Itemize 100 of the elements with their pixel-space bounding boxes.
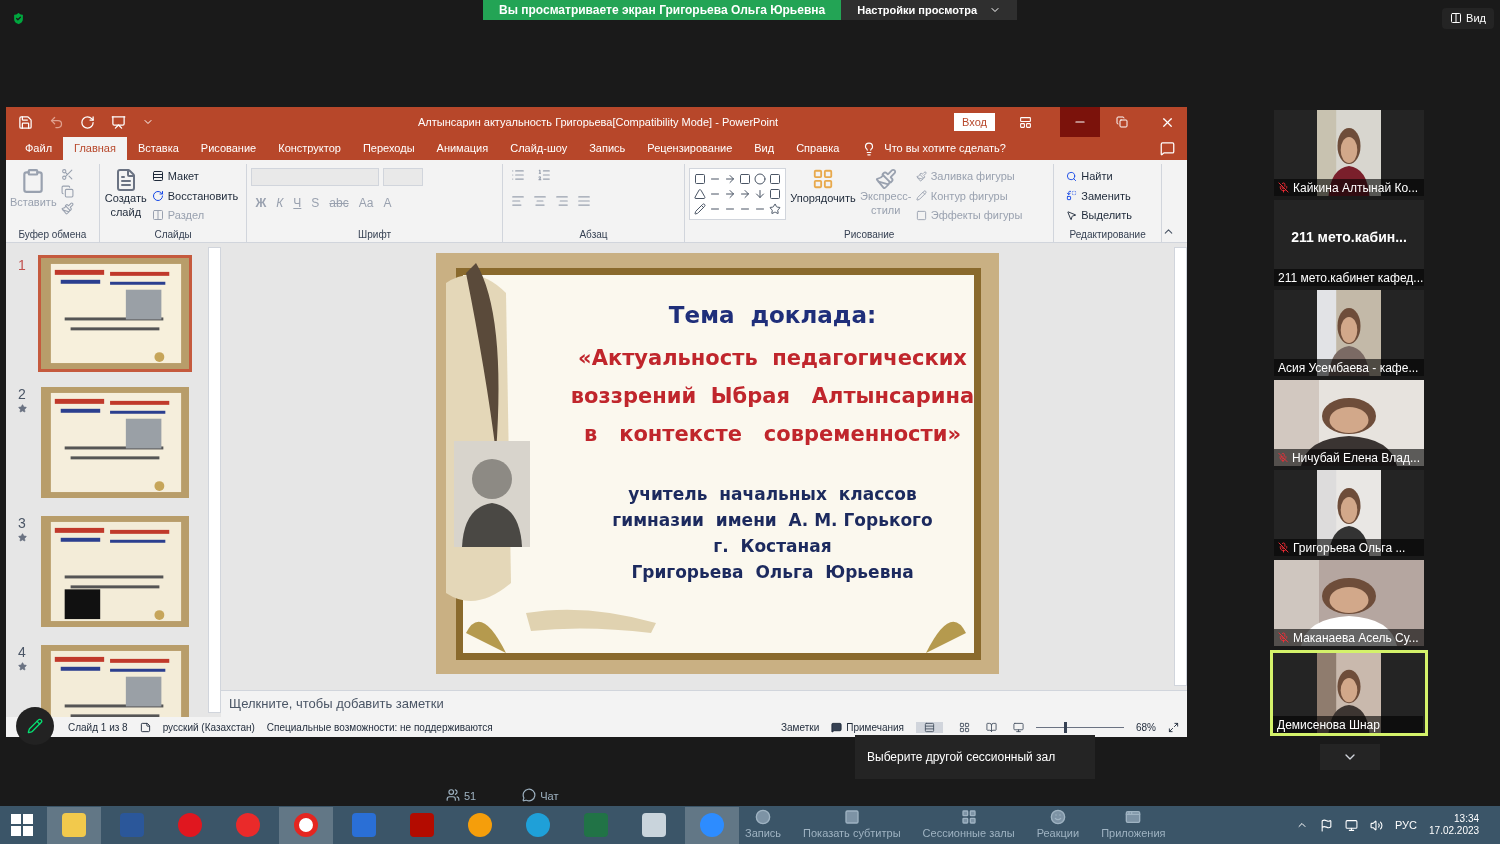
comments-button[interactable]: Примечания bbox=[831, 719, 904, 735]
taskbar-button[interactable] bbox=[47, 806, 101, 844]
cut-icon[interactable] bbox=[60, 168, 74, 181]
pen-button[interactable] bbox=[16, 707, 54, 745]
app-icon bbox=[468, 813, 492, 837]
meeting-control[interactable]: Сессионные залы bbox=[922, 808, 1015, 842]
ribbon-tab[interactable]: Конструктор bbox=[267, 137, 352, 160]
group-label: Шрифт bbox=[357, 228, 392, 242]
ribbon-tab[interactable]: Вид bbox=[743, 137, 786, 160]
volume-icon[interactable] bbox=[1370, 818, 1383, 832]
shape-icon[interactable] bbox=[769, 188, 782, 200]
ribbon-tab[interactable]: Анимация bbox=[425, 137, 500, 160]
windows-start-icon[interactable] bbox=[11, 814, 33, 836]
reading-view-icon[interactable] bbox=[986, 721, 997, 733]
meeting-control[interactable]: 51 bbox=[446, 788, 477, 805]
flag-icon[interactable] bbox=[1320, 818, 1333, 832]
ribbon-tab[interactable]: Рисование bbox=[189, 137, 268, 160]
zoom-level[interactable]: 68% bbox=[1136, 719, 1156, 735]
zoom-slider-thumb[interactable] bbox=[1064, 721, 1068, 733]
shape-icon[interactable] bbox=[769, 173, 782, 185]
numbering-icon[interactable] bbox=[536, 168, 551, 182]
participant-name: Ничубай Елена Влад... bbox=[1291, 449, 1420, 467]
meeting-control[interactable]: Реакции bbox=[1036, 808, 1080, 842]
scrollbar[interactable] bbox=[1174, 247, 1187, 686]
sorter-view-icon[interactable] bbox=[959, 721, 970, 733]
section-icon bbox=[151, 209, 164, 222]
clock-time[interactable]: 13:34 bbox=[1454, 812, 1480, 825]
meeting-control[interactable]: Чат bbox=[522, 788, 559, 805]
redo-icon[interactable] bbox=[80, 114, 95, 130]
shapes-gallery[interactable] bbox=[689, 168, 787, 220]
sign-in-button[interactable]: Вход bbox=[954, 112, 995, 132]
ribbon-tab[interactable]: Файл bbox=[14, 137, 64, 160]
apps-icon bbox=[1125, 808, 1142, 825]
participant-name: Григорьева Ольга ... bbox=[1293, 539, 1406, 557]
reset-button[interactable]: Восстановить bbox=[151, 187, 239, 204]
tell-me-field[interactable]: Что вы хотите сделать? bbox=[884, 140, 1006, 157]
replace-button[interactable]: Заменить bbox=[1066, 187, 1132, 204]
app-icon bbox=[294, 813, 318, 837]
language-status[interactable]: русский (Казахстан) bbox=[162, 719, 255, 735]
save-icon[interactable] bbox=[18, 114, 33, 130]
participant-tile[interactable]: Кайкина Алтынай Ко... bbox=[1274, 110, 1424, 196]
meeting-control[interactable]: Запись bbox=[745, 808, 782, 842]
taskbar-button[interactable] bbox=[279, 806, 333, 844]
slideshow-icon[interactable] bbox=[111, 114, 126, 130]
participant-tile[interactable]: Григорьева Ольга ... bbox=[1274, 470, 1424, 556]
participant-tile[interactable]: Демисенова Шнар bbox=[1270, 650, 1428, 736]
network-icon[interactable] bbox=[1345, 818, 1358, 832]
arrange-button[interactable]: Упорядочить bbox=[790, 168, 856, 207]
scrollbar[interactable] bbox=[208, 247, 221, 713]
zoom-slider[interactable] bbox=[1036, 721, 1124, 733]
ribbon-tab[interactable]: Справка bbox=[785, 137, 851, 160]
ribbon-tab[interactable]: Рецензирование bbox=[636, 137, 744, 160]
font-name-field[interactable] bbox=[251, 168, 380, 186]
group-label: Буфер обмена bbox=[17, 228, 88, 242]
shape-icon[interactable] bbox=[694, 188, 707, 200]
shape-icon[interactable] bbox=[769, 203, 782, 215]
people-icon bbox=[446, 788, 460, 802]
format-painter-icon[interactable] bbox=[60, 202, 74, 215]
input-language[interactable]: РУС bbox=[1395, 816, 1418, 834]
view-button[interactable]: Вид bbox=[1442, 8, 1494, 29]
slideshow-view-icon[interactable] bbox=[1013, 721, 1024, 733]
shape-icon[interactable] bbox=[754, 188, 767, 200]
restore-icon[interactable] bbox=[1116, 116, 1128, 128]
shape-icon[interactable] bbox=[739, 173, 752, 185]
select-icon bbox=[1066, 209, 1078, 221]
ribbon-tab[interactable]: Главная bbox=[63, 137, 127, 160]
normal-view-icon bbox=[924, 721, 935, 733]
select-button[interactable]: Выделить bbox=[1066, 207, 1132, 224]
layout-button[interactable]: Макет bbox=[151, 168, 239, 185]
shape-icon[interactable] bbox=[694, 173, 707, 185]
meeting-control[interactable]: Показать субтитры bbox=[803, 808, 901, 842]
copy-icon[interactable] bbox=[60, 185, 74, 198]
participant-tile[interactable]: Асия Усембаева - кафе... bbox=[1274, 290, 1424, 376]
undo-icon[interactable] bbox=[49, 114, 64, 130]
ribbon-tab[interactable]: Запись bbox=[578, 137, 637, 160]
ribbon-display-icon[interactable] bbox=[1019, 115, 1032, 129]
participant-name: Демисенова Шнар bbox=[1277, 716, 1380, 734]
shape-icon[interactable] bbox=[754, 173, 767, 185]
notes-placeholder[interactable]: Щелкните, чтобы добавить заметки bbox=[229, 694, 444, 714]
layout-icon bbox=[1450, 12, 1463, 25]
ribbon-tab[interactable]: Слайд-шоу bbox=[499, 137, 579, 160]
accessibility-status[interactable]: Специальные возможности: не поддерживаются bbox=[266, 719, 493, 735]
ribbon-tab[interactable]: Переходы bbox=[351, 137, 426, 160]
clock-date[interactable]: 17.02.2023 bbox=[1429, 825, 1480, 838]
shape-icon[interactable] bbox=[694, 203, 707, 215]
comments-icon[interactable] bbox=[1160, 141, 1175, 156]
meeting-control[interactable]: Приложения bbox=[1101, 808, 1166, 842]
view-options-button[interactable]: Настройки просмотра bbox=[841, 0, 1017, 20]
notes-button[interactable]: Заметки bbox=[781, 719, 820, 735]
participant-tile[interactable]: 211 мето.кабин... 211 мето.кабинет кафед... bbox=[1274, 200, 1424, 286]
participant-tile[interactable]: Ничубай Елена Влад... bbox=[1274, 380, 1424, 466]
ribbon-tab[interactable]: Вставка bbox=[126, 137, 190, 160]
new-slide-button[interactable]: Создать слайд bbox=[103, 168, 148, 220]
normal-view-button[interactable] bbox=[916, 721, 943, 733]
participant-tile[interactable]: Маканаева Асель Су... bbox=[1274, 560, 1424, 646]
fit-slide-icon[interactable] bbox=[1168, 721, 1179, 733]
app-icon bbox=[236, 813, 260, 837]
find-button[interactable]: Найти bbox=[1066, 168, 1132, 185]
font-size-field[interactable] bbox=[383, 168, 424, 186]
app-icon bbox=[526, 813, 550, 837]
